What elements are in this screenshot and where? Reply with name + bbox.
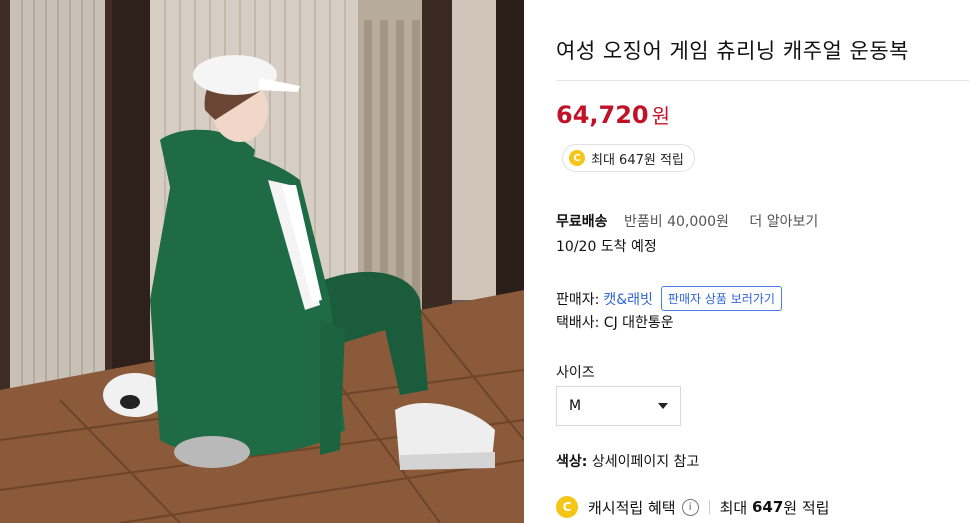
color-info: 색상: 상세이페이지 참고 [556,451,699,471]
size-select[interactable]: M [556,386,681,426]
seller-label: 판매자: [556,291,600,308]
info-icon[interactable]: i [681,498,699,516]
product-info-panel: 여성 오징어 게임 츄리닝 캐주얼 운동복 64,720 원 C 최대 647원 … [524,0,969,523]
shipping-info: 무료배송 반품비 40,000원 더 알아보기 [556,211,818,231]
free-shipping-label: 무료배송 [556,214,608,230]
price-currency: 원 [651,104,671,128]
coin-icon: C [569,150,585,166]
arrival-date: 10/20 도착 예정 [556,239,657,255]
product-image[interactable] [0,0,524,523]
view-seller-products-button[interactable]: 판매자 상품 보러가기 [660,286,782,311]
chevron-down-icon [658,403,668,409]
courier-info: 택배사: CJ 대한통운 [556,315,674,331]
seller-name-link[interactable]: 캣&래빗 [603,289,653,309]
cash-separator [708,500,710,514]
learn-more-link[interactable]: 더 알아보기 [749,214,818,230]
cash-benefit-label: 캐시적립 혜택 [588,498,676,517]
cash-coin-icon: C [556,496,578,518]
product-title: 여성 오징어 게임 츄리닝 캐주얼 운동복 [556,39,909,63]
product-price: 64,720 원 [556,100,670,129]
size-selected-value: M [569,398,582,414]
cash-max-prefix: 최대 [719,498,748,517]
seller-info: 판매자: 캣&래빗 판매자 상품 보러가기 [556,286,782,311]
size-label: 사이즈 [556,365,595,381]
cash-reward-row: C 캐시적립 혜택 i 최대 647 원 적립 [556,496,829,518]
title-divider [556,80,969,81]
cash-max-amount: 647 [751,498,784,516]
price-amount: 64,720 [556,101,649,129]
cash-max-suffix: 원 적립 [783,498,830,517]
return-fee: 반품비 40,000원 [623,214,729,230]
color-label: 색상: [556,454,588,470]
color-value: 상세이페이지 참고 [591,454,700,470]
product-photo-illustration [0,0,524,523]
reward-badge-text: 최대 647원 적립 [591,152,684,168]
reward-badge: C 최대 647원 적립 [562,144,695,172]
